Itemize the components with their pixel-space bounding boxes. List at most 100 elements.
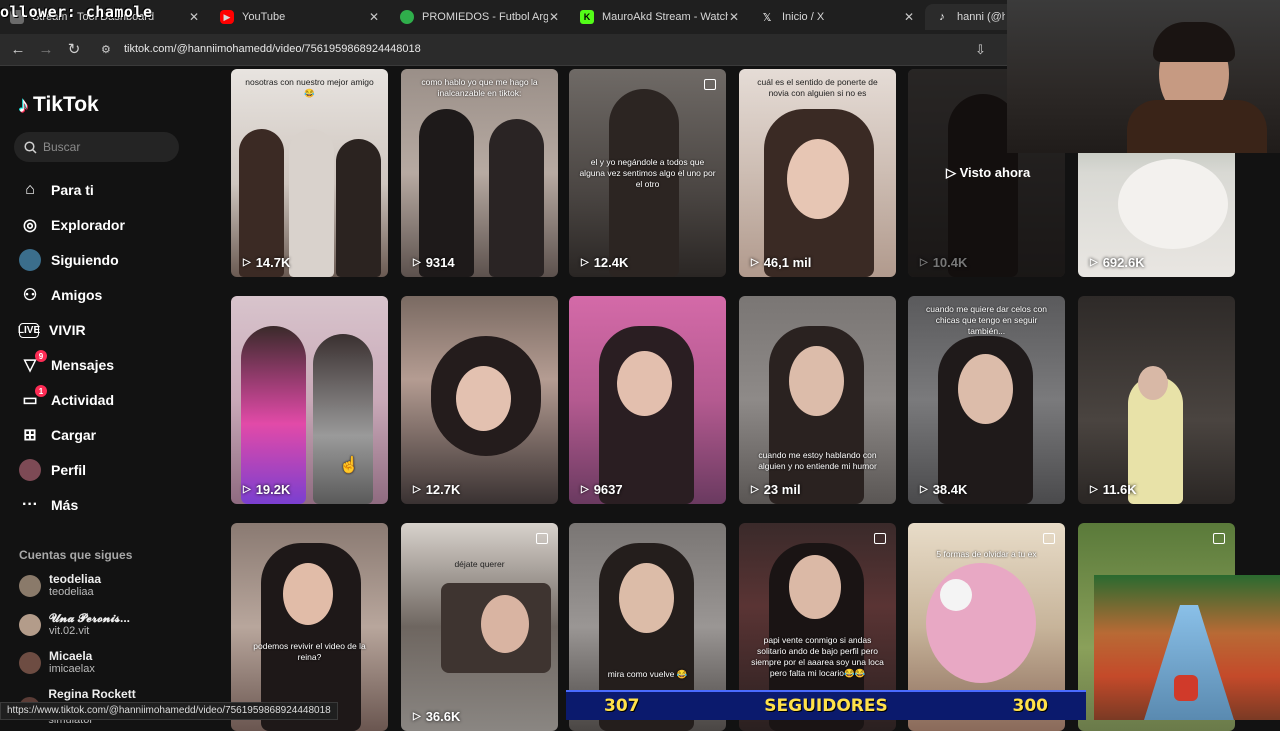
video-thumbnail[interactable]: ▷ 11.6K (1078, 296, 1235, 504)
tiktok-note-icon: ♪ (18, 92, 29, 117)
play-icon: ▷ (751, 484, 759, 495)
tab-kick[interactable]: K MauroAkd Stream - Watch ✕ (570, 4, 750, 30)
site-info-icon[interactable]: ⚙ (101, 43, 115, 57)
watched-label: ▷ Visto ahora (946, 165, 1030, 181)
face-shape (481, 595, 529, 653)
nav-perfil[interactable]: Perfil (19, 456, 86, 484)
activity-badge: 1 (35, 385, 47, 397)
play-icon: ▷ (920, 484, 928, 495)
avatar (19, 652, 41, 674)
nav-cargar[interactable]: ⊞ Cargar (19, 421, 96, 449)
watched-label-text: Visto ahora (959, 165, 1031, 180)
view-count-text: 36.6K (425, 709, 461, 724)
account-name: teodeliaa (49, 572, 102, 586)
nav-para-ti[interactable]: ⌂ Para ti (19, 176, 94, 204)
video-thumbnail[interactable]: cuando me estoy hablando con alguien y n… (739, 296, 896, 504)
back-icon[interactable]: ← (9, 41, 27, 59)
video-caption: cuando me quiere dar celos con chicas qu… (926, 304, 1047, 336)
nav-mensajes[interactable]: ▽ 9 Mensajes (19, 350, 114, 379)
multi-photo-icon (1213, 533, 1225, 544)
video-thumbnail[interactable]: cuando me quiere dar celos con chicas qu… (908, 296, 1065, 504)
tab-promiedos[interactable]: PROMIEDOS - Futbol Argent ✕ (390, 4, 570, 30)
nav-mas[interactable]: ··· Más (19, 491, 78, 519)
account-name: Regina Rockett (48, 687, 136, 701)
follower-count: 307 (604, 696, 640, 716)
tab-tiktok-active[interactable]: ♪ hanni (@hanni (925, 4, 1015, 30)
video-thumbnail[interactable]: podemos revivir el video de la reina? (231, 523, 388, 731)
video-thumbnail[interactable]: déjate querer ▷ 36.6K (401, 523, 558, 731)
video-caption: 5 formas de olvidar a tu ex (936, 549, 1037, 559)
view-count-text: 19.2K (255, 482, 291, 497)
tab-label: YouTube (242, 11, 286, 23)
url-field[interactable]: tiktok.com/@hanniimohamedd/video/7561959… (124, 43, 421, 55)
play-icon: ▷ (581, 257, 589, 268)
game-character-shape (1174, 675, 1198, 701)
close-icon[interactable]: ✕ (728, 10, 740, 24)
home-icon: ⌂ (25, 181, 35, 198)
video-caption: el y yo negándole a todos que alguna vez… (579, 157, 716, 189)
streamer-hair-shape (1153, 22, 1235, 62)
close-icon[interactable]: ✕ (548, 10, 560, 24)
streamer-body-shape (1127, 100, 1267, 153)
view-count: ▷ 692.6K (1090, 255, 1145, 270)
video-caption: cuál es el sentido de ponerte de novia c… (757, 77, 878, 98)
video-thumbnail[interactable]: ▷ 12.7K (401, 296, 558, 504)
youtube-icon: ▶ (220, 10, 234, 24)
view-count-text: 9637 (593, 482, 623, 497)
download-icon[interactable]: ⇩ (975, 42, 993, 58)
follower-goal-bar: 307 SEGUIDORES 300 (566, 690, 1086, 720)
tab-label: Inicio / X (782, 11, 825, 23)
face-shape (787, 139, 849, 219)
cartoon-eye-shape (940, 579, 972, 611)
person-shape (419, 109, 474, 277)
nav-siguiendo[interactable]: Siguiendo (19, 246, 119, 274)
nav-actividad[interactable]: ▭ 1 Actividad (19, 385, 114, 414)
profile-avatar-icon (19, 459, 41, 481)
more-icon: ··· (22, 496, 38, 513)
video-caption: déjate querer (454, 559, 505, 569)
search-icon (24, 140, 37, 154)
tab-x[interactable]: 𝕏 Inicio / X ✕ (750, 4, 925, 30)
video-thumbnail[interactable]: ▷ 19.2K (231, 296, 388, 504)
nav-vivir[interactable]: LIVE VIVIR (18, 316, 86, 344)
forward-icon[interactable]: → (37, 41, 55, 59)
view-count-text: 23 mil (763, 482, 801, 497)
video-thumbnail[interactable]: ▷ 9637 (569, 296, 726, 504)
stream-follower-overlay: ollower: chamole (0, 3, 153, 21)
following-account[interactable]: teodeliaa teodeliaa (19, 573, 101, 599)
compass-icon: ◎ (23, 217, 37, 234)
following-account[interactable]: 𝓤𝓷𝓪 𝓟𝓮𝓻𝓸𝓷𝓲𝓼... vit.02.vit (19, 612, 130, 638)
search-input[interactable] (43, 140, 173, 154)
multi-photo-icon (1043, 533, 1055, 544)
reload-icon[interactable]: ↻ (65, 41, 83, 59)
tiktok-logo[interactable]: ♪ TikTok (18, 92, 99, 118)
nav-explorador[interactable]: ◎ Explorador (19, 211, 125, 239)
view-count-text: 11.6K (1102, 482, 1137, 497)
logo-text: TikTok (33, 93, 99, 116)
person-shape (313, 334, 373, 504)
game-track-shape (1144, 605, 1234, 720)
video-thumbnail[interactable]: el y yo negándole a todos que alguna vez… (569, 69, 726, 277)
tab-youtube[interactable]: ▶ YouTube ✕ (210, 4, 390, 30)
close-icon[interactable]: ✕ (188, 10, 200, 24)
tiktok-icon: ♪ (939, 11, 945, 23)
nav-amigos[interactable]: ⚇ Amigos (19, 281, 103, 309)
search-box[interactable] (14, 132, 179, 162)
face-shape (617, 351, 672, 416)
following-account[interactable]: Micaela imicaelax (19, 650, 95, 676)
video-thumbnail[interactable]: nosotras con nuestro mejor amigo 😂 ▷ 14.7… (231, 69, 388, 277)
person-shape (336, 139, 381, 277)
play-icon: ▷ (413, 711, 421, 722)
view-count-text: 12.7K (425, 482, 461, 497)
close-icon[interactable]: ✕ (368, 10, 380, 24)
play-icon: ▷ (413, 257, 421, 268)
close-icon[interactable]: ✕ (903, 10, 915, 24)
video-thumbnail[interactable]: como hablo yo que me hago la inalcanzabl… (401, 69, 558, 277)
kick-icon: K (580, 10, 594, 24)
face-shape (456, 366, 511, 431)
avatar (19, 575, 41, 597)
video-thumbnail[interactable]: cuál es el sentido de ponerte de novia c… (739, 69, 896, 277)
play-icon: ▷ (946, 165, 960, 180)
view-count: ▷ 36.6K (413, 709, 460, 724)
play-icon: ▷ (1090, 484, 1098, 495)
